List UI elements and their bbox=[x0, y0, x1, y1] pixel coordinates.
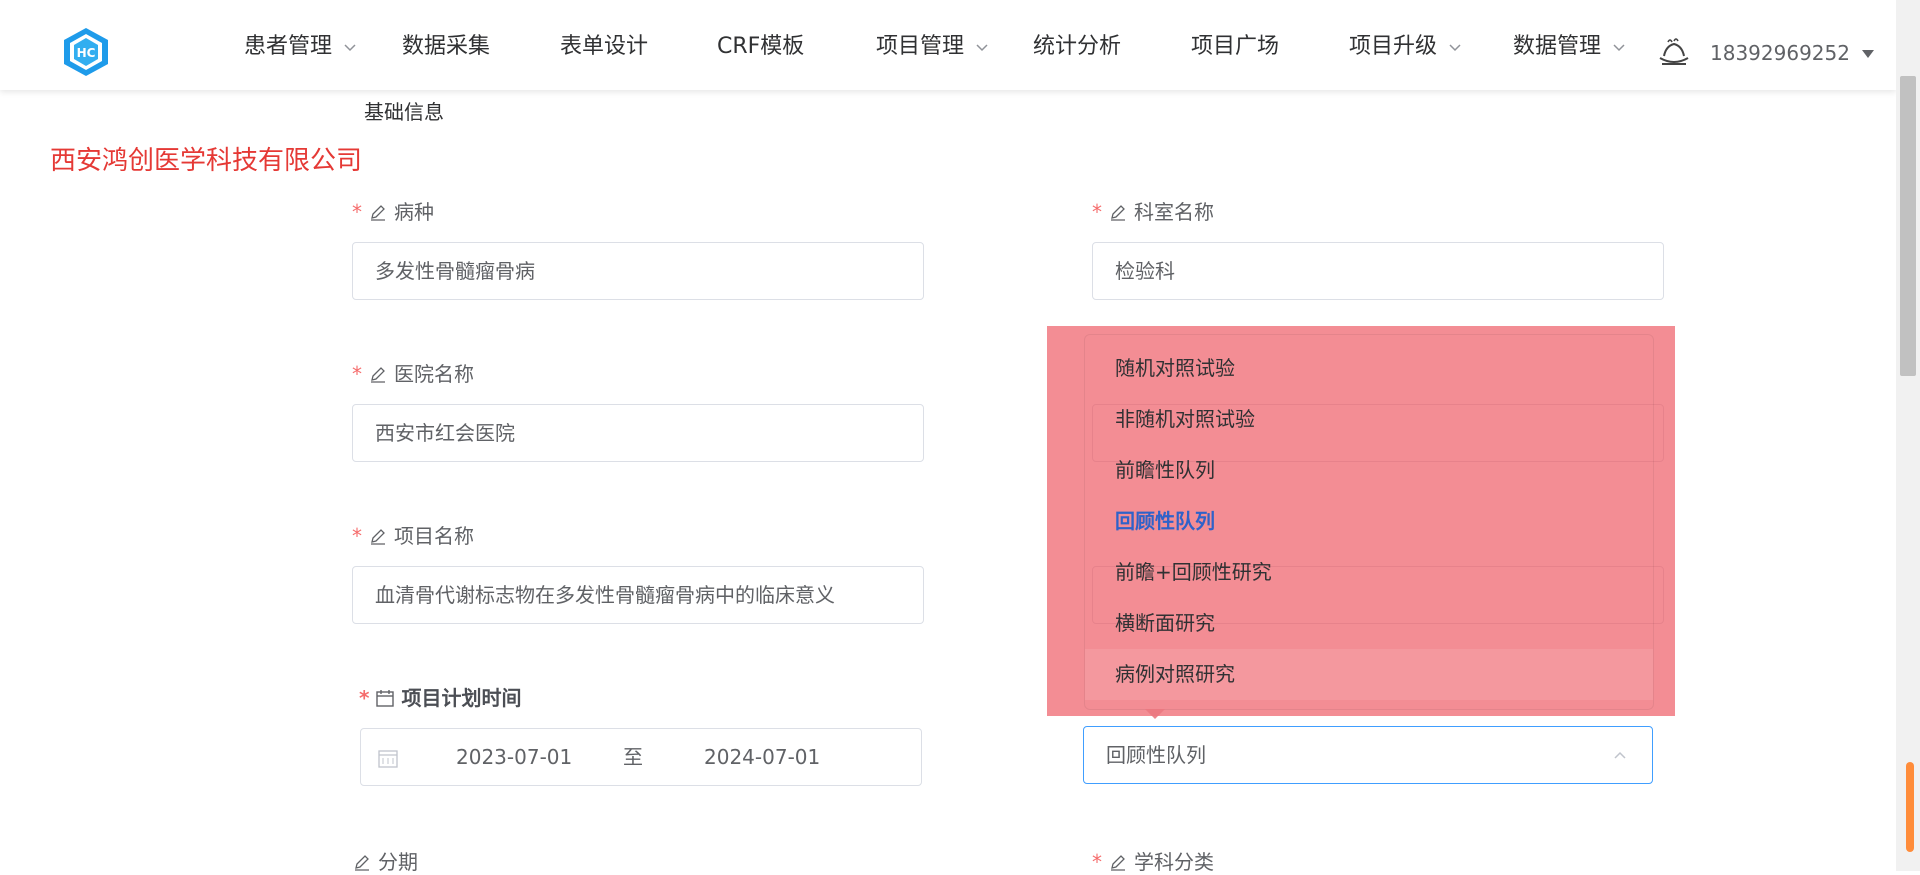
nav-form-design[interactable]: 表单设计 bbox=[560, 30, 648, 64]
dropdown-option[interactable]: 随机对照试验 bbox=[1085, 343, 1653, 394]
chevron-down-icon bbox=[1613, 44, 1625, 52]
plan-time-label: * 项目计划时间 bbox=[359, 682, 521, 711]
start-date[interactable]: 2023-07-01 bbox=[456, 729, 572, 785]
dropdown-option[interactable]: 横断面研究 bbox=[1085, 598, 1653, 649]
discipline-label-text: 学科分类 bbox=[1134, 850, 1214, 874]
chevron-down-icon bbox=[976, 44, 988, 52]
edit-icon bbox=[371, 205, 385, 221]
plan-time-label-text: 项目计划时间 bbox=[401, 686, 522, 710]
department-label: * 科室名称 bbox=[1092, 196, 1214, 225]
dropdown-option[interactable]: 非随机对照试验 bbox=[1085, 394, 1653, 445]
chevron-up-icon[interactable] bbox=[1612, 747, 1628, 763]
dropdown-option[interactable]: 前瞻性队列 bbox=[1085, 445, 1653, 496]
required-asterisk: * bbox=[359, 686, 370, 710]
chevron-down-icon bbox=[1449, 44, 1461, 52]
nav-label: 项目升级 bbox=[1349, 34, 1438, 59]
top-navbar: HC 患者管理 数据采集 表单设计 CRF模板 项目管理 统计分析 项目广场 项… bbox=[0, 0, 1896, 90]
required-asterisk: * bbox=[352, 200, 362, 224]
dropdown-option[interactable]: 前瞻+回顾性研究 bbox=[1085, 547, 1653, 598]
nav-label: 表单设计 bbox=[560, 34, 649, 59]
nav-project-management[interactable]: 项目管理 bbox=[876, 30, 990, 64]
hospital-label: * 医院名称 bbox=[352, 358, 474, 387]
nav-data-collection[interactable]: 数据采集 bbox=[402, 30, 490, 64]
nav-label: CRF模板 bbox=[717, 34, 805, 59]
required-asterisk: * bbox=[1092, 200, 1102, 224]
nav-label: 项目广场 bbox=[1191, 34, 1280, 59]
edit-icon bbox=[1111, 855, 1125, 871]
nav-label: 数据采集 bbox=[402, 34, 491, 59]
nav-patient-management[interactable]: 患者管理 bbox=[244, 30, 358, 64]
edit-icon bbox=[371, 367, 385, 383]
nav-crf-template[interactable]: CRF模板 bbox=[717, 30, 804, 64]
dropdown-pointer bbox=[1145, 709, 1165, 719]
project-label: * 项目名称 bbox=[352, 520, 474, 549]
chevron-down-icon bbox=[344, 44, 356, 52]
company-watermark: 西安鸿创医学科技有限公司 bbox=[50, 146, 363, 176]
plan-time-range[interactable]: 2023-07-01 至 2024-07-01 bbox=[360, 728, 922, 786]
range-separator: 至 bbox=[623, 745, 643, 769]
required-asterisk: * bbox=[352, 524, 362, 548]
nav-label: 统计分析 bbox=[1033, 34, 1122, 59]
nav-label: 患者管理 bbox=[244, 34, 333, 59]
username: 18392969252 bbox=[1710, 41, 1850, 65]
edit-icon bbox=[355, 855, 369, 871]
edit-icon bbox=[371, 529, 385, 545]
side-scroll-indicator[interactable] bbox=[1906, 762, 1914, 852]
department-label-text: 科室名称 bbox=[1134, 200, 1214, 224]
required-asterisk: * bbox=[352, 362, 362, 386]
edit-icon bbox=[1111, 205, 1125, 221]
required-asterisk: * bbox=[1092, 850, 1102, 874]
caret-down-icon[interactable] bbox=[1862, 50, 1874, 58]
study-type-value: 回顾性队列 bbox=[1106, 743, 1206, 767]
disease-label: * 病种 bbox=[352, 196, 434, 225]
study-type-dropdown: 随机对照试验 非随机对照试验 前瞻性队列 回顾性队列 前瞻+回顾性研究 横断面研… bbox=[1084, 334, 1654, 719]
disease-label-text: 病种 bbox=[394, 200, 434, 224]
nav-data-management[interactable]: 数据管理 bbox=[1513, 30, 1627, 64]
scrollbar-thumb[interactable] bbox=[1900, 76, 1916, 376]
nav-label: 数据管理 bbox=[1513, 34, 1602, 59]
logo-icon[interactable]: HC bbox=[60, 26, 112, 78]
avatar-icon bbox=[1659, 38, 1689, 65]
project-field[interactable]: 血清骨代谢标志物在多发性骨髓瘤骨病中的临床意义 bbox=[352, 566, 924, 624]
disease-field[interactable]: 多发性骨髓瘤骨病 bbox=[352, 242, 924, 300]
hospital-label-text: 医院名称 bbox=[394, 362, 474, 386]
section-title: 基础信息 bbox=[364, 100, 444, 124]
nav-label: 项目管理 bbox=[876, 34, 965, 59]
stage-label-text: 分期 bbox=[378, 850, 418, 874]
calendar-icon bbox=[378, 750, 398, 768]
hospital-field[interactable]: 西安市红会医院 bbox=[352, 404, 924, 462]
end-date[interactable]: 2024-07-01 bbox=[704, 729, 820, 785]
department-field[interactable]: 检验科 bbox=[1092, 242, 1664, 300]
nav-statistics[interactable]: 统计分析 bbox=[1033, 30, 1121, 64]
project-label-text: 项目名称 bbox=[394, 524, 474, 548]
nav-project-upgrade[interactable]: 项目升级 bbox=[1349, 30, 1463, 64]
study-type-select[interactable]: 回顾性队列 bbox=[1083, 726, 1653, 784]
scrollbar[interactable] bbox=[1896, 0, 1920, 871]
nav-project-square[interactable]: 项目广场 bbox=[1191, 30, 1279, 64]
dropdown-option-hovered[interactable]: 病例对照研究 bbox=[1085, 649, 1653, 700]
svg-text:HC: HC bbox=[77, 46, 96, 60]
dropdown-option-selected[interactable]: 回顾性队列 bbox=[1085, 496, 1653, 547]
calendar-icon bbox=[376, 690, 395, 707]
